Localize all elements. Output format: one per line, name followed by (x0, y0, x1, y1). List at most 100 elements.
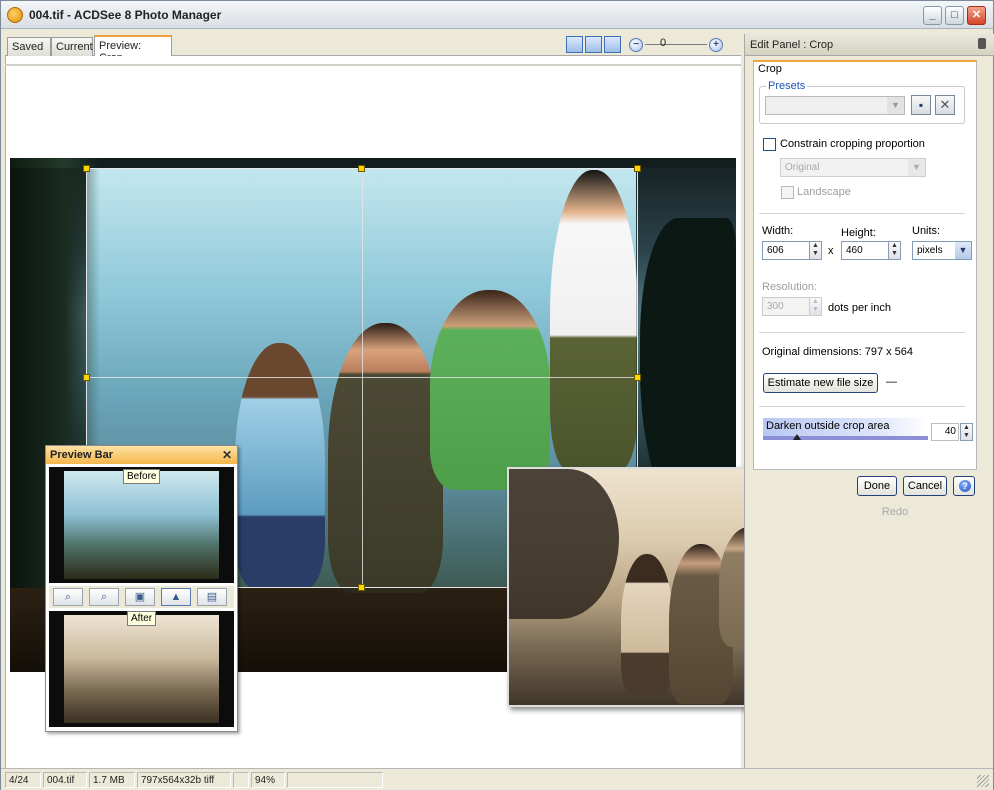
before-label: Before (123, 469, 161, 484)
divider (759, 213, 965, 214)
tab-current[interactable]: Current (51, 37, 93, 56)
help-button[interactable]: ? (953, 476, 975, 496)
estimate-result: — (886, 376, 897, 388)
ratio-value: Original (785, 162, 820, 173)
compare-view-icon[interactable] (604, 36, 621, 53)
crop-handle-top-left[interactable] (83, 165, 90, 172)
preview-bar-title[interactable]: Preview Bar (46, 446, 237, 464)
title-bar: 004.tif - ACDSee 8 Photo Manager _ □ ✕ (1, 1, 993, 29)
presets-label: Presets (766, 80, 808, 92)
after-image (64, 615, 219, 723)
landscape-checkbox[interactable] (781, 186, 794, 199)
zoom-in-icon[interactable]: ⌕ (53, 588, 83, 606)
status-empty (233, 772, 249, 788)
single-view-icon[interactable] (566, 36, 583, 53)
crop-handle-bottom[interactable] (358, 584, 365, 591)
units-value: pixels (917, 245, 943, 256)
zoom-out-icon[interactable]: ⌕ (89, 588, 119, 606)
resolution-label: Resolution: (762, 281, 818, 293)
minimize-button[interactable]: _ (923, 6, 942, 25)
app-window: 004.tif - ACDSee 8 Photo Manager _ □ ✕ S… (0, 0, 994, 790)
status-index: 4/24 (5, 772, 41, 788)
dpi-label: dots per inch (828, 302, 891, 314)
zoom-slider[interactable] (645, 44, 707, 45)
viewer-tab-bar: Saved Current Preview: Crop − 0 + (5, 34, 741, 64)
darken-slider-track[interactable] (763, 436, 928, 440)
maximize-button[interactable]: □ (945, 6, 964, 25)
redo-button[interactable]: Redo (877, 503, 913, 523)
status-zoom: 94% (251, 772, 285, 788)
crop-guide-vertical (362, 168, 363, 588)
darken-label: Darken outside crop area (766, 420, 890, 432)
save-preset-icon[interactable]: ▪ (911, 95, 931, 115)
preview-bar-panel[interactable]: Preview Bar ✕ Before ⌕ ⌕ ▣ ▲ ▤ After (45, 445, 238, 732)
constrain-checkbox[interactable] (763, 138, 776, 151)
status-bar: 4/24 004.tif 1.7 MB 797x564x32b tiff 94% (1, 768, 993, 790)
height-spinner[interactable]: ▲ ▼ (888, 241, 901, 260)
help-icon: ? (959, 480, 971, 492)
fit-image-icon[interactable]: ▣ (125, 588, 155, 606)
units-label: Units: (912, 225, 941, 237)
options-icon[interactable]: ▤ (197, 588, 227, 606)
preview-bar-toolbar: ⌕ ⌕ ▣ ▲ ▤ (49, 586, 234, 608)
edit-panel: Edit Panel : Crop Crop Presets ▼ ▪ ✕ Con… (744, 34, 994, 768)
split-view-icon[interactable] (585, 36, 602, 53)
darken-spinner[interactable]: ▲ ▼ (960, 423, 973, 441)
status-filename: 004.tif (43, 772, 87, 788)
chevron-down-icon: ▼ (887, 97, 904, 114)
crop-handle-top-right[interactable] (634, 165, 641, 172)
resolution-input[interactable]: 300 (762, 297, 810, 316)
darken-slider-thumb[interactable] (793, 434, 801, 440)
status-extra (287, 772, 383, 788)
status-dimensions: 797x564x32b tiff (137, 772, 231, 788)
estimate-file-size-button[interactable]: Estimate new file size (763, 373, 878, 393)
landscape-label: Landscape (797, 186, 851, 198)
height-input[interactable]: 460 (841, 241, 889, 260)
crop-handle-top[interactable] (358, 165, 365, 172)
width-spinner[interactable]: ▲ ▼ (809, 241, 822, 260)
width-input[interactable]: 606 (762, 241, 810, 260)
zoom-in-icon[interactable]: + (709, 38, 723, 52)
width-label: Width: (762, 225, 794, 237)
resolution-spinner[interactable]: ▲ ▼ (809, 297, 822, 316)
presets-dropdown[interactable]: ▼ (765, 96, 905, 115)
darken-value-input[interactable]: 40 (931, 423, 959, 441)
crop-handle-left[interactable] (83, 374, 90, 381)
ratio-dropdown[interactable]: Original ▼ (780, 158, 926, 177)
window-title: 004.tif - ACDSee 8 Photo Manager (29, 8, 222, 22)
pin-icon[interactable] (978, 38, 986, 49)
done-button[interactable]: Done (857, 476, 897, 496)
chevron-down-icon: ▼ (955, 242, 971, 259)
delete-preset-icon[interactable]: ✕ (935, 95, 955, 115)
resize-grip-icon[interactable] (977, 775, 989, 787)
edit-panel-header: Edit Panel : Crop (745, 34, 994, 56)
before-thumbnail (49, 467, 234, 583)
before-image (64, 471, 219, 579)
after-label: After (127, 611, 157, 626)
zoom-out-icon[interactable]: − (629, 38, 643, 52)
tab-preview-crop[interactable]: Preview: Crop (94, 35, 172, 64)
constrain-label: Constrain cropping proportion (780, 138, 925, 150)
sepia-tree (509, 469, 619, 619)
close-icon[interactable]: ✕ (222, 448, 232, 462)
tab-saved[interactable]: Saved (7, 37, 51, 56)
photo-dim-top (10, 158, 736, 168)
status-filesize: 1.7 MB (89, 772, 135, 788)
after-thumbnail (49, 611, 234, 727)
navigator-icon[interactable]: ▲ (161, 588, 191, 606)
viewer-divider (5, 64, 741, 66)
times-sign: x (828, 245, 834, 257)
zoom-value: 0 (660, 37, 667, 49)
cancel-button[interactable]: Cancel (903, 476, 947, 496)
units-dropdown[interactable]: pixels ▼ (912, 241, 972, 260)
chevron-down-icon: ▼ (908, 159, 925, 176)
original-dimensions: Original dimensions: 797 x 564 (762, 346, 914, 358)
divider (759, 332, 965, 333)
crop-section-title: Crop (758, 63, 782, 75)
close-window-button[interactable]: ✕ (967, 6, 986, 25)
crop-handle-right[interactable] (634, 374, 641, 381)
height-label: Height: (841, 227, 876, 239)
divider (759, 406, 965, 407)
sepia-person-girl (621, 554, 673, 694)
acdsee-app-icon (7, 7, 23, 23)
